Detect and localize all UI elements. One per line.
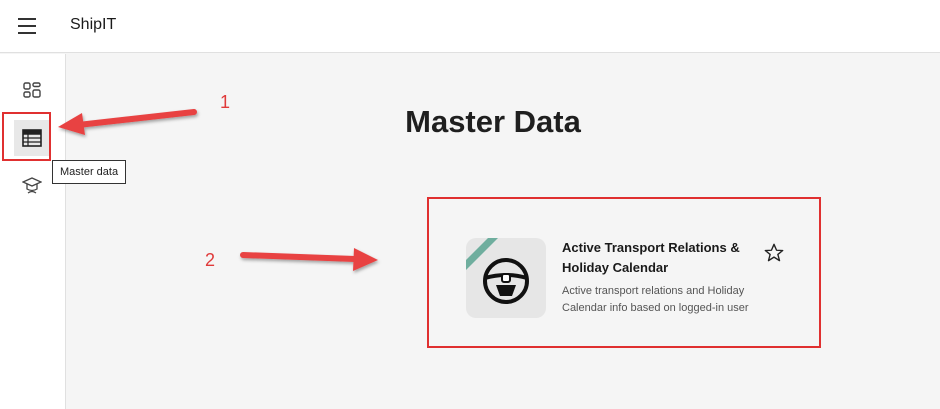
annotation-marker-1: 1: [220, 92, 231, 112]
annotation-arrow-2: [240, 248, 378, 271]
annotation-arrows: [58, 109, 378, 271]
annotation-arrow-1: [58, 109, 197, 135]
annotation-marker-2: 2: [205, 250, 216, 270]
